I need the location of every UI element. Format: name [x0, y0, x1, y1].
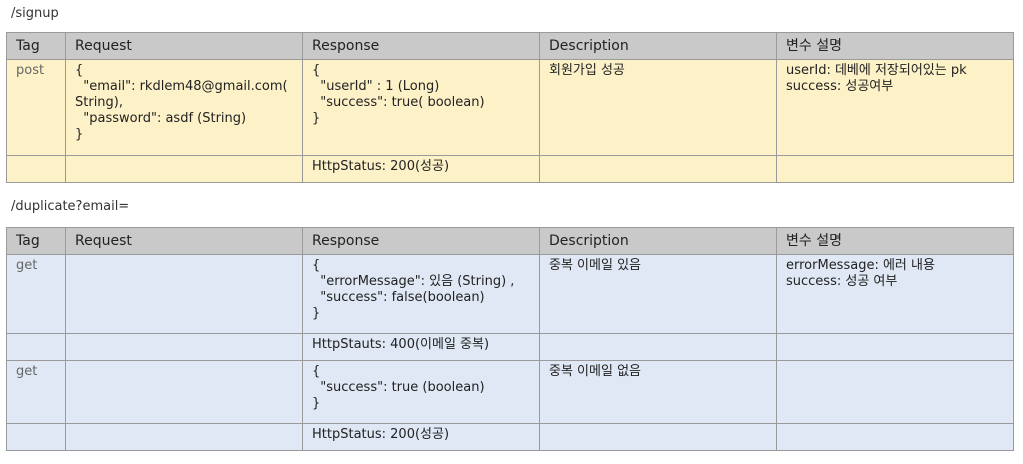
duplicate-api-table: Tag Request Response Description 변수 설명 g… — [6, 227, 1014, 451]
table-row: get { "errorMessage": 있음 (String) , "suc… — [6, 254, 1014, 334]
cell-description: 회원가입 성공 — [539, 59, 777, 156]
table-row: HttpStauts: 400(이메일 중복) — [6, 333, 1014, 361]
header-description: Description — [539, 227, 777, 255]
cell-description: 중복 이메일 없음 — [539, 360, 777, 424]
cell-variables — [776, 423, 1014, 451]
cell-variables: userId: 데베에 저장되어있는 pk success: 성공여부 — [776, 59, 1014, 156]
cell-request — [65, 333, 303, 361]
cell-response: HttpStauts: 400(이메일 중복) — [302, 333, 540, 361]
cell-request — [65, 155, 303, 183]
table-header-row: Tag Request Response Description 변수 설명 — [6, 32, 1014, 60]
cell-description — [539, 155, 777, 183]
table-header-row: Tag Request Response Description 변수 설명 — [6, 227, 1014, 255]
header-description: Description — [539, 32, 777, 60]
table-row: HttpStatus: 200(성공) — [6, 423, 1014, 451]
header-response: Response — [302, 227, 540, 255]
cell-tag — [6, 333, 66, 361]
cell-request: { "email": rkdlem48@gmail.com( String), … — [65, 59, 303, 156]
cell-response: HttpStatus: 200(성공) — [302, 423, 540, 451]
cell-request — [65, 254, 303, 334]
header-request: Request — [65, 227, 303, 255]
cell-variables — [776, 360, 1014, 424]
header-variables: 변수 설명 — [776, 32, 1014, 60]
section-title-duplicate: /duplicate?email= — [11, 199, 130, 214]
cell-request — [65, 360, 303, 424]
cell-description — [539, 333, 777, 361]
cell-request — [65, 423, 303, 451]
cell-variables: errorMessage: 에러 내용 success: 성공 여부 — [776, 254, 1014, 334]
cell-tag — [6, 155, 66, 183]
cell-response: HttpStatus: 200(성공) — [302, 155, 540, 183]
cell-variables — [776, 333, 1014, 361]
cell-response: { "success": true (boolean) } — [302, 360, 540, 424]
cell-response: { "errorMessage": 있음 (String) , "success… — [302, 254, 540, 334]
header-response: Response — [302, 32, 540, 60]
header-variables: 변수 설명 — [776, 227, 1014, 255]
cell-variables — [776, 155, 1014, 183]
section-title-signup: /signup — [11, 6, 59, 21]
cell-tag: get — [6, 360, 66, 424]
cell-tag — [6, 423, 66, 451]
table-row: HttpStatus: 200(성공) — [6, 155, 1014, 183]
header-tag: Tag — [6, 32, 66, 60]
cell-description: 중복 이메일 있음 — [539, 254, 777, 334]
header-tag: Tag — [6, 227, 66, 255]
table-row: post { "email": rkdlem48@gmail.com( Stri… — [6, 59, 1014, 156]
cell-tag: post — [6, 59, 66, 156]
cell-tag: get — [6, 254, 66, 334]
signup-api-table: Tag Request Response Description 변수 설명 p… — [6, 32, 1014, 183]
table-row: get { "success": true (boolean) } 중복 이메일… — [6, 360, 1014, 424]
cell-description — [539, 423, 777, 451]
header-request: Request — [65, 32, 303, 60]
cell-response: { "userId" : 1 (Long) "success": true( b… — [302, 59, 540, 156]
